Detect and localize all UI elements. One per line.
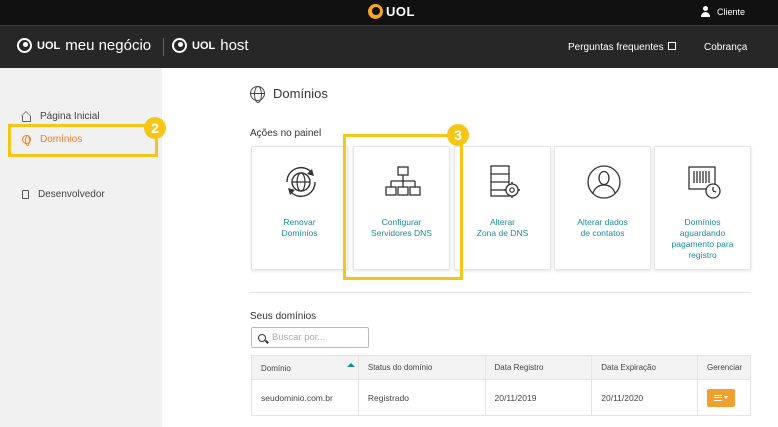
faq-label: Perguntas frequentes xyxy=(568,42,664,53)
cell-registered: 20/11/2019 xyxy=(484,379,593,416)
external-link-icon xyxy=(667,42,676,50)
search-box[interactable] xyxy=(251,327,369,348)
caret-down-icon xyxy=(724,396,728,399)
user-icon xyxy=(700,6,711,17)
billing-link[interactable]: Cobrança xyxy=(704,42,747,53)
card-change-contacts[interactable]: Alterar dados de contatos xyxy=(554,146,651,270)
card-renew-domains[interactable]: Renovar Domínios xyxy=(251,146,348,270)
brand-bar: UOL meu negócio UOL host Perguntas frequ… xyxy=(0,25,778,68)
faq-link[interactable]: Perguntas frequentes xyxy=(568,42,676,53)
uol-circle-icon xyxy=(17,38,32,53)
uol-circle-icon xyxy=(172,38,187,53)
page-title-text: Domínios xyxy=(273,86,328,101)
annotation-highlight-sidebar xyxy=(8,124,158,157)
table-header-row: Domínio Status do domínio Data Registro … xyxy=(251,355,751,380)
sidebar-item-label: Desenvolvedor xyxy=(38,189,105,200)
billing-label: Cobrança xyxy=(704,42,748,53)
annotation-badge-2: 2 xyxy=(144,117,166,139)
uol-logo[interactable]: UOL xyxy=(368,4,415,19)
uol-ball-icon xyxy=(368,4,383,19)
cell-expires: 20/11/2020 xyxy=(591,379,698,416)
client-label: Cliente xyxy=(716,6,745,17)
client-menu[interactable]: Cliente xyxy=(700,6,745,17)
sort-ascending-icon[interactable] xyxy=(346,362,355,367)
meu-negocio-logo[interactable]: UOL meu negócio xyxy=(17,37,151,54)
brand-name: host xyxy=(220,37,249,54)
domains-label: Seus domínios xyxy=(250,311,317,322)
card-label: Domínios aguardando pagamento para regis… xyxy=(671,217,734,260)
sidebar-item-home[interactable]: Página Inicial xyxy=(22,111,99,122)
brand-uol-text: UOL xyxy=(192,39,216,52)
renew-globe-icon xyxy=(286,166,316,198)
manage-button[interactable] xyxy=(707,388,735,407)
card-change-dns-zone[interactable]: Alterar Zona de DNS xyxy=(454,146,551,270)
sidebar-item-label: Página Inicial xyxy=(40,111,100,122)
pending-payment-icon xyxy=(688,166,721,199)
column-header-domain[interactable]: Domínio xyxy=(251,355,359,380)
menu-icon xyxy=(714,394,722,401)
search-icon xyxy=(258,333,266,342)
card-label: Alterar dados de contatos xyxy=(577,217,628,238)
brand-name: meu negócio xyxy=(65,37,152,54)
card-label: Renovar Domínios xyxy=(281,217,318,238)
annotation-highlight-card xyxy=(343,134,463,280)
actions-label: Ações no painel xyxy=(250,128,322,139)
globe-icon xyxy=(250,86,265,103)
domains-table: Domínio Status do domínio Data Registro … xyxy=(251,355,751,416)
top-bar: UOL Cliente xyxy=(0,0,778,25)
table-row: seudominio.com.br Registrado 20/11/2019 … xyxy=(251,379,751,416)
brand-separator xyxy=(163,38,164,56)
card-pending-payment[interactable]: Domínios aguardando pagamento para regis… xyxy=(654,146,751,270)
column-header-manage: Gerenciar xyxy=(697,355,751,380)
uol-logo-text: UOL xyxy=(386,4,415,19)
column-header-status: Status do domínio xyxy=(357,355,486,380)
column-header-expires: Data Expiração xyxy=(591,355,698,380)
contact-icon xyxy=(587,165,621,199)
annotation-badge-3: 3 xyxy=(447,124,469,146)
cell-domain: seudominio.com.br xyxy=(251,379,359,416)
search-input[interactable] xyxy=(272,332,362,343)
cell-manage xyxy=(697,379,751,416)
column-header-registered: Data Registro xyxy=(484,355,593,380)
uol-host-logo[interactable]: UOL host xyxy=(172,37,249,54)
sidebar-item-developer[interactable]: Desenvolvedor xyxy=(22,189,105,200)
cell-status: Registrado xyxy=(357,379,486,416)
section-divider xyxy=(250,292,750,293)
column-header-label: Domínio xyxy=(261,363,291,373)
document-icon xyxy=(22,190,29,199)
page-title: Domínios xyxy=(250,86,328,103)
dns-zone-icon xyxy=(490,165,520,198)
card-label: Alterar Zona de DNS xyxy=(476,217,529,238)
brand-uol-text: UOL xyxy=(37,39,61,52)
home-icon xyxy=(22,115,31,122)
